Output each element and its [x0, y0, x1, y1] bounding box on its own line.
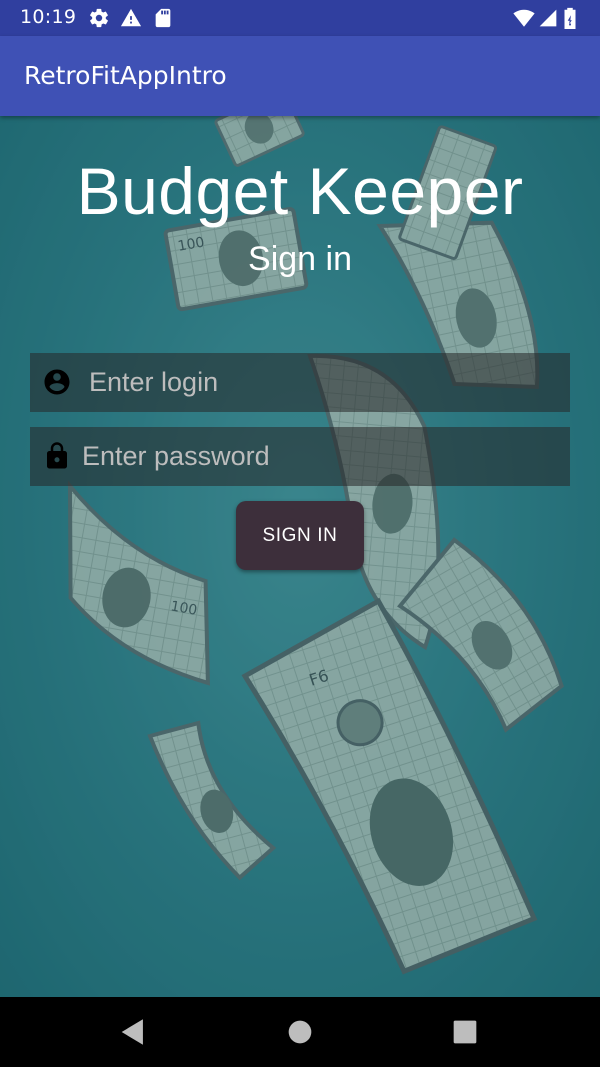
sd-card-icon [155, 8, 171, 28]
password-input[interactable] [82, 427, 560, 486]
app-screen: 10:19 RetroFitAppIntro Budget Keeper Sig… [0, 0, 600, 1067]
recents-icon[interactable] [448, 1015, 482, 1049]
battery-icon [564, 7, 576, 29]
navigation-bar [0, 997, 600, 1067]
app-bar: RetroFitAppIntro [0, 36, 600, 116]
signal-icon [539, 9, 557, 27]
back-icon[interactable] [116, 1015, 150, 1049]
status-bar: 10:19 [0, 0, 600, 36]
gear-icon [90, 8, 108, 28]
lock-icon [47, 442, 67, 469]
password-field[interactable] [30, 427, 570, 486]
home-icon[interactable] [283, 1015, 317, 1049]
login-field[interactable] [30, 353, 570, 412]
warning-icon [120, 8, 142, 27]
sign-in-button[interactable]: SIGN IN [236, 501, 364, 570]
main-content: 100 100 [0, 116, 600, 997]
account-circle-icon [44, 369, 70, 395]
wifi-icon [513, 9, 535, 27]
app-title: RetroFitAppIntro [24, 61, 227, 90]
app-heading: Budget Keeper [76, 154, 524, 228]
status-time: 10:19 [20, 6, 77, 28]
login-input[interactable] [89, 353, 559, 412]
sign-in-subheading: Sign in [248, 240, 352, 278]
